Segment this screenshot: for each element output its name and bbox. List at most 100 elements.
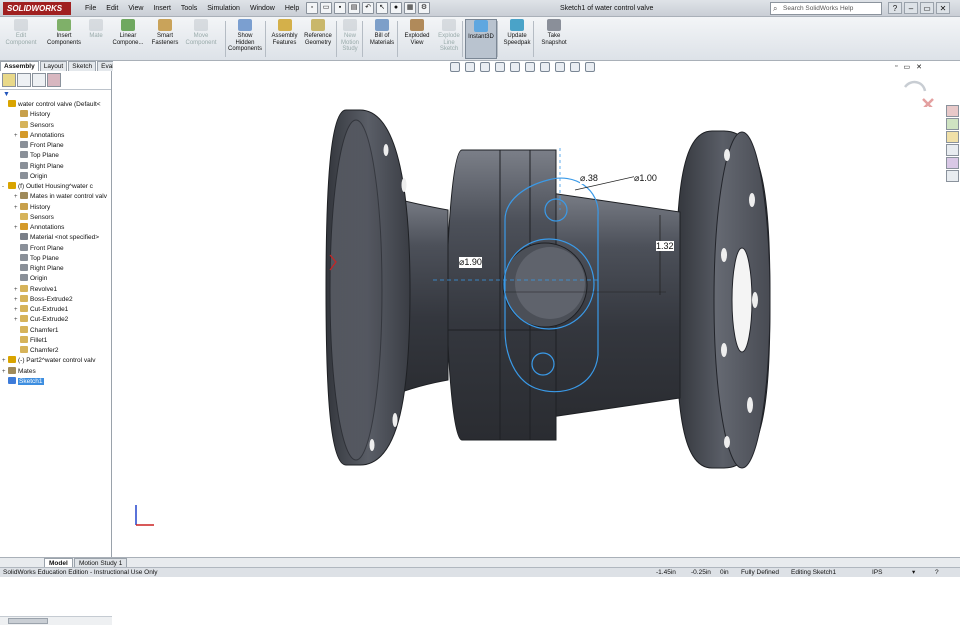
valve-model[interactable] bbox=[113, 61, 960, 557]
dimension-label[interactable]: ⌀1.90 bbox=[459, 257, 482, 268]
toolbar-button[interactable]: Linear Compone... bbox=[108, 19, 148, 59]
file-properties-icon[interactable]: ▦ bbox=[404, 2, 416, 14]
tree-item[interactable]: Top Plane bbox=[0, 253, 112, 264]
toolbar-button[interactable]: Move Component bbox=[182, 19, 220, 59]
help-icon[interactable]: ? bbox=[888, 2, 902, 14]
view-palette-icon[interactable] bbox=[946, 144, 959, 156]
tree-item[interactable]: Right Plane bbox=[0, 161, 112, 172]
toolbar-button[interactable]: Show Hidden Components bbox=[228, 19, 262, 59]
edit-appearance-icon[interactable] bbox=[555, 62, 565, 72]
viewport-minimize-icon[interactable]: ▫ bbox=[895, 63, 897, 71]
minimize-button[interactable]: – bbox=[904, 2, 918, 14]
tree-item[interactable]: Top Plane bbox=[0, 151, 112, 161]
filter-icon[interactable]: ▼ bbox=[0, 90, 111, 99]
menu-item[interactable]: Insert bbox=[148, 0, 176, 17]
toolbar-button[interactable]: Exploded View bbox=[400, 19, 434, 59]
toolbar-button[interactable]: Smart Fasteners bbox=[148, 19, 182, 59]
undo-icon[interactable]: ↶ bbox=[362, 2, 374, 14]
horizontal-scrollbar[interactable] bbox=[0, 616, 112, 625]
menu-item[interactable]: Tools bbox=[176, 0, 202, 17]
apply-scene-icon[interactable] bbox=[570, 62, 580, 72]
toolbar-button[interactable]: Assembly Features bbox=[268, 19, 301, 59]
menu-item[interactable]: Help bbox=[280, 0, 304, 17]
custom-properties-icon[interactable] bbox=[946, 170, 959, 182]
viewport-close-icon[interactable]: ✕ bbox=[916, 63, 922, 71]
close-button[interactable]: ✕ bbox=[936, 2, 950, 14]
scroll-thumb[interactable] bbox=[8, 618, 48, 624]
menu-item[interactable]: Edit bbox=[101, 0, 123, 17]
toolbar-button[interactable]: Take Snapshot bbox=[536, 19, 572, 59]
toolbar-button[interactable]: Edit Component bbox=[3, 19, 39, 59]
solidworks-resources-icon[interactable] bbox=[946, 105, 959, 117]
tree-item[interactable]: Fillet1 bbox=[0, 335, 112, 346]
tree-item[interactable]: + Revolve1 bbox=[0, 284, 112, 295]
toolbar-button[interactable]: Explode Line Sketch bbox=[434, 19, 464, 59]
view-settings-icon[interactable] bbox=[585, 62, 595, 72]
tree-item[interactable]: + Mates bbox=[0, 366, 112, 377]
search-input[interactable]: ⌕ Search SolidWorks Help bbox=[770, 2, 882, 15]
tree-item[interactable]: water control valve (Default< bbox=[0, 100, 112, 110]
tree-item[interactable]: + Annotations bbox=[0, 223, 112, 233]
cm-tab[interactable]: Sketch bbox=[68, 61, 97, 71]
zoom-to-area-icon[interactable] bbox=[465, 62, 475, 72]
tree-item[interactable]: History bbox=[0, 110, 112, 120]
dimension-label[interactable]: ⌀1.00 bbox=[634, 173, 657, 184]
feature-manager-tab-icon[interactable] bbox=[2, 73, 16, 87]
tree-item[interactable]: + History bbox=[0, 202, 112, 213]
dimension-label[interactable]: 1.32 bbox=[656, 241, 674, 251]
tree-item[interactable]: + Cut-Extrude2 bbox=[0, 315, 112, 325]
tree-item[interactable]: + Mates in water control valv bbox=[0, 192, 112, 202]
restore-button[interactable]: ▭ bbox=[920, 2, 934, 14]
menu-item[interactable]: Simulation bbox=[202, 0, 245, 17]
design-library-icon[interactable] bbox=[946, 118, 959, 130]
toolbar-button[interactable]: Instant3D bbox=[465, 19, 497, 59]
toolbar-button[interactable]: New Motion Study bbox=[338, 19, 362, 59]
options-icon[interactable]: ⚙ bbox=[418, 2, 430, 14]
display-style-icon[interactable] bbox=[525, 62, 535, 72]
cm-tab[interactable]: Layout bbox=[39, 61, 68, 71]
menu-item[interactable]: View bbox=[123, 0, 148, 17]
tree-item[interactable]: - (f) Outlet Housing^water c bbox=[0, 182, 112, 192]
toolbar-button[interactable]: Reference Geometry bbox=[301, 19, 335, 59]
confirmation-corner[interactable] bbox=[901, 77, 941, 107]
solidworks-logo[interactable]: SOLIDWORKS bbox=[3, 2, 71, 15]
toolbar-button[interactable]: Insert Components bbox=[43, 19, 85, 59]
appearances-icon[interactable] bbox=[946, 157, 959, 169]
tree-item[interactable]: Sensors bbox=[0, 212, 112, 223]
select-icon[interactable]: ↖ bbox=[376, 2, 388, 14]
tree-item[interactable]: Material <not specified> bbox=[0, 233, 112, 243]
view-orientation-icon[interactable] bbox=[510, 62, 520, 72]
open-document-icon[interactable]: ▭ bbox=[320, 2, 332, 14]
tree-item[interactable]: Origin bbox=[0, 274, 112, 284]
graphics-area[interactable]: ⌀.38 ⌀1.00 ⌀1.90 1.32 bbox=[113, 61, 960, 557]
section-view-icon[interactable] bbox=[495, 62, 505, 72]
tree-item[interactable]: Chamfer1 bbox=[0, 325, 112, 336]
zoom-to-fit-icon[interactable] bbox=[450, 62, 460, 72]
tree-item[interactable]: + (-) Part2^water control valv bbox=[0, 356, 112, 366]
tree-item[interactable]: Origin bbox=[0, 171, 112, 182]
property-manager-tab-icon[interactable] bbox=[17, 73, 31, 87]
previous-view-icon[interactable] bbox=[480, 62, 490, 72]
menu-item[interactable]: File bbox=[80, 0, 101, 17]
display-manager-tab-icon[interactable] bbox=[47, 73, 61, 87]
print-icon[interactable]: ▤ bbox=[348, 2, 360, 14]
save-icon[interactable]: ▪ bbox=[334, 2, 346, 14]
tree-item[interactable]: Right Plane bbox=[0, 264, 112, 274]
tree-item[interactable]: + Annotations bbox=[0, 130, 112, 141]
dimension-label[interactable]: ⌀.38 bbox=[580, 173, 598, 184]
configuration-manager-tab-icon[interactable] bbox=[32, 73, 46, 87]
hide-show-items-icon[interactable] bbox=[540, 62, 550, 72]
file-explorer-icon[interactable] bbox=[946, 131, 959, 143]
new-document-icon[interactable]: ▫ bbox=[306, 2, 318, 14]
tree-item[interactable]: Chamfer2 bbox=[0, 346, 112, 356]
viewport-restore-icon[interactable]: ▭ bbox=[903, 63, 910, 71]
tree-item[interactable]: Front Plane bbox=[0, 243, 112, 254]
tree-item[interactable]: + Boss-Extrude2 bbox=[0, 294, 112, 305]
tree-item[interactable]: Sketch1 bbox=[0, 376, 112, 387]
menu-item[interactable]: Window bbox=[245, 0, 280, 17]
rebuild-icon[interactable]: ● bbox=[390, 2, 402, 14]
tree-item[interactable]: + Cut-Extrude1 bbox=[0, 305, 112, 315]
toolbar-button[interactable]: Bill of Materials bbox=[366, 19, 398, 59]
tree-item[interactable]: Front Plane bbox=[0, 141, 112, 151]
toolbar-button[interactable]: Update Speedpak bbox=[500, 19, 534, 59]
